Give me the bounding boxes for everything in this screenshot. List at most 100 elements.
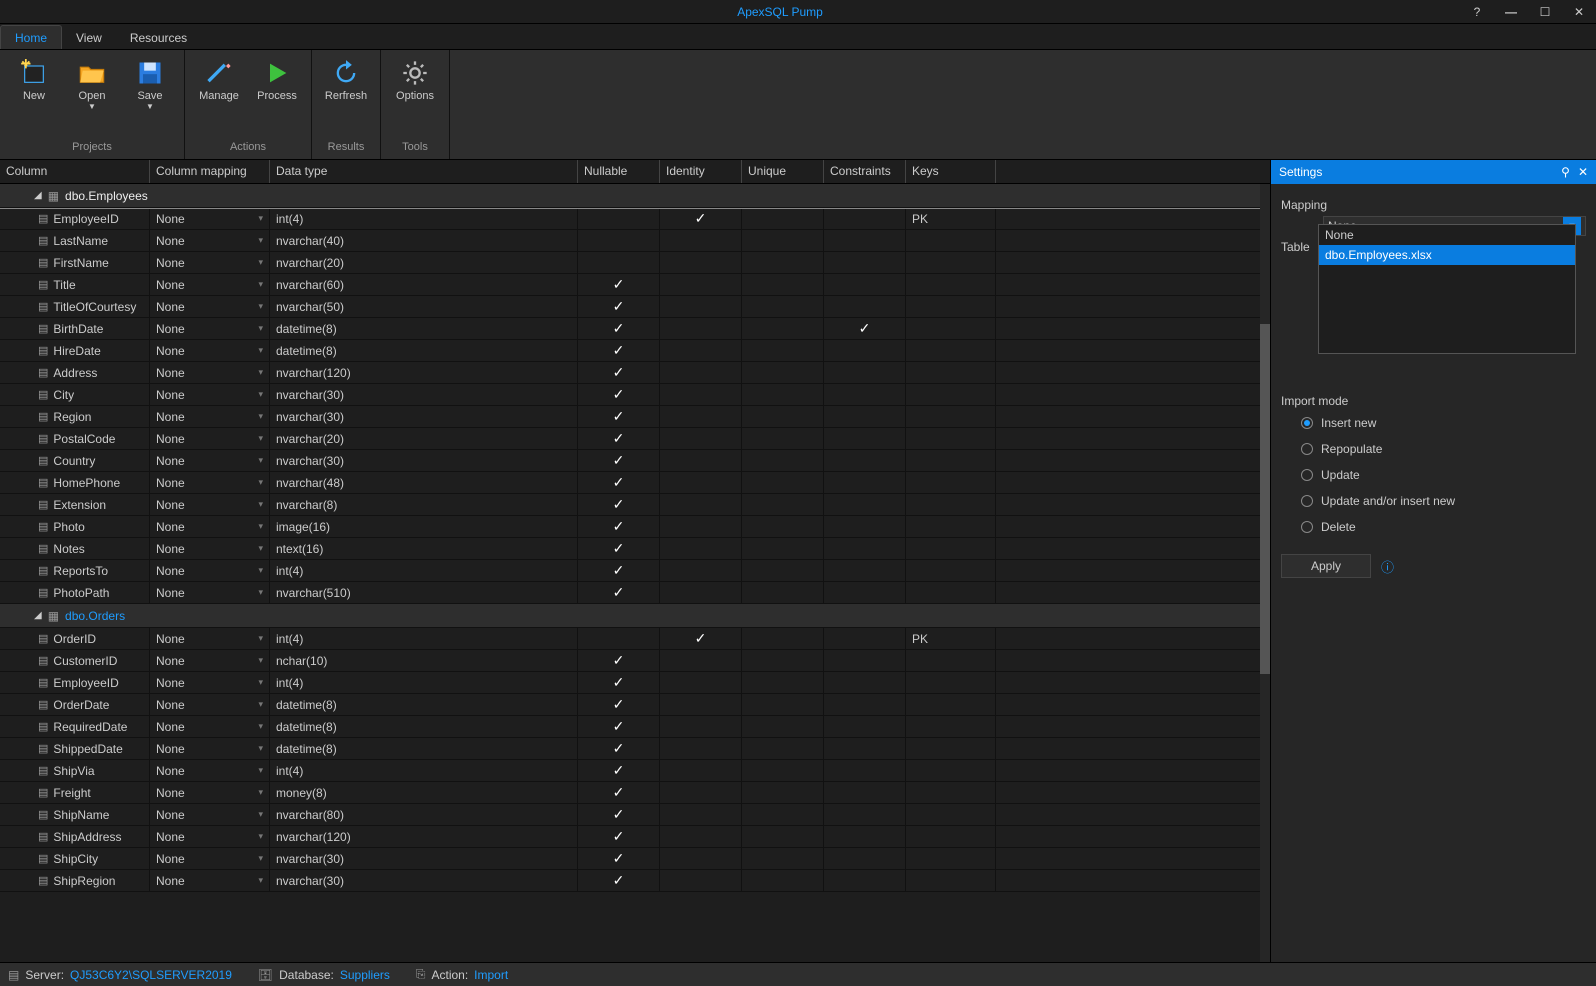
open-button[interactable]: Open▼ (64, 54, 120, 114)
chevron-down-icon[interactable]: ▾ (258, 765, 263, 776)
tab-resources[interactable]: Resources (116, 26, 201, 49)
column-header[interactable]: Column (0, 160, 150, 183)
table-row[interactable]: ▤CityNone▾nvarchar(30)✓ (0, 384, 1270, 406)
cell-column-mapping[interactable]: None▾ (150, 804, 270, 825)
table-row[interactable]: ▤EmployeeIDNone▾int(4)✓ (0, 672, 1270, 694)
table-row[interactable]: ▤HomePhoneNone▾nvarchar(48)✓ (0, 472, 1270, 494)
column-header[interactable]: Constraints (824, 160, 906, 183)
cell-column-mapping[interactable]: None▾ (150, 362, 270, 383)
chevron-down-icon[interactable]: ▾ (258, 301, 263, 312)
chevron-down-icon[interactable]: ▼ (88, 104, 96, 110)
pin-icon[interactable]: ⚲ (1561, 165, 1570, 179)
table-row[interactable]: ▤TitleOfCourtesyNone▾nvarchar(50)✓ (0, 296, 1270, 318)
cell-column-mapping[interactable]: None▾ (150, 694, 270, 715)
table-row[interactable]: ▤ShipRegionNone▾nvarchar(30)✓ (0, 870, 1270, 892)
cell-column-mapping[interactable]: None▾ (150, 296, 270, 317)
cell-column-mapping[interactable]: None▾ (150, 848, 270, 869)
table-row[interactable]: ▤FreightNone▾money(8)✓ (0, 782, 1270, 804)
cell-column-mapping[interactable]: None▾ (150, 582, 270, 603)
table-row[interactable]: ▤PhotoPathNone▾nvarchar(510)✓ (0, 582, 1270, 604)
chevron-down-icon[interactable]: ▾ (258, 875, 263, 886)
vertical-scrollbar[interactable] (1260, 184, 1270, 962)
chevron-down-icon[interactable]: ▾ (258, 831, 263, 842)
table-row[interactable]: ▤TitleNone▾nvarchar(60)✓ (0, 274, 1270, 296)
cell-column-mapping[interactable]: None▾ (150, 406, 270, 427)
chevron-down-icon[interactable]: ▾ (258, 279, 263, 290)
cell-column-mapping[interactable]: None▾ (150, 384, 270, 405)
table-row[interactable]: ▤AddressNone▾nvarchar(120)✓ (0, 362, 1270, 384)
chevron-down-icon[interactable]: ▾ (258, 743, 263, 754)
table-row[interactable]: ▤OrderIDNone▾int(4)✓PK (0, 628, 1270, 650)
table-row[interactable]: ▤OrderDateNone▾datetime(8)✓ (0, 694, 1270, 716)
table-row[interactable]: ▤PostalCodeNone▾nvarchar(20)✓ (0, 428, 1270, 450)
chevron-down-icon[interactable]: ▾ (258, 213, 263, 224)
import-mode-radio[interactable]: Delete (1281, 514, 1586, 540)
column-header[interactable]: Unique (742, 160, 824, 183)
table-row[interactable]: ▤ShipCityNone▾nvarchar(30)✓ (0, 848, 1270, 870)
radio-dot[interactable] (1301, 521, 1313, 533)
chevron-down-icon[interactable]: ▾ (258, 721, 263, 732)
import-mode-radio[interactable]: Update (1281, 462, 1586, 488)
cell-column-mapping[interactable]: None▾ (150, 560, 270, 581)
radio-dot[interactable] (1301, 417, 1313, 429)
column-header[interactable]: Identity (660, 160, 742, 183)
chevron-down-icon[interactable]: ▾ (258, 257, 263, 268)
table-row[interactable]: ▤FirstNameNone▾nvarchar(20) (0, 252, 1270, 274)
chevron-down-icon[interactable]: ▾ (258, 389, 263, 400)
chevron-down-icon[interactable]: ▾ (258, 543, 263, 554)
table-row[interactable]: ▤HireDateNone▾datetime(8)✓ (0, 340, 1270, 362)
manage-button[interactable]: Manage (191, 54, 247, 106)
column-header[interactable]: Nullable (578, 160, 660, 183)
import-mode-radio[interactable]: Update and/or insert new (1281, 488, 1586, 514)
chevron-down-icon[interactable]: ▾ (258, 565, 263, 576)
cell-column-mapping[interactable]: None▾ (150, 230, 270, 251)
cell-column-mapping[interactable]: None▾ (150, 318, 270, 339)
cell-column-mapping[interactable]: None▾ (150, 672, 270, 693)
radio-dot[interactable] (1301, 443, 1313, 455)
cell-column-mapping[interactable]: None▾ (150, 516, 270, 537)
import-mode-radio[interactable]: Repopulate (1281, 436, 1586, 462)
chevron-down-icon[interactable]: ▾ (258, 367, 263, 378)
radio-dot[interactable] (1301, 469, 1313, 481)
cell-column-mapping[interactable]: None▾ (150, 782, 270, 803)
import-mode-radio[interactable]: Insert new (1281, 410, 1586, 436)
table-row[interactable]: ▤RegionNone▾nvarchar(30)✓ (0, 406, 1270, 428)
grid-body[interactable]: ◢▦dbo.Employees▤EmployeeIDNone▾int(4)✓PK… (0, 184, 1270, 962)
process-button[interactable]: Process (249, 54, 305, 106)
refresh-button[interactable]: Rerfresh (318, 54, 374, 106)
cell-column-mapping[interactable]: None▾ (150, 538, 270, 559)
cell-column-mapping[interactable]: None▾ (150, 738, 270, 759)
chevron-down-icon[interactable]: ▾ (258, 809, 263, 820)
chevron-down-icon[interactable]: ▾ (258, 345, 263, 356)
cell-column-mapping[interactable]: None▾ (150, 450, 270, 471)
chevron-down-icon[interactable]: ▾ (258, 699, 263, 710)
save-button[interactable]: Save▼ (122, 54, 178, 114)
table-row[interactable]: ▤ShipNameNone▾nvarchar(80)✓ (0, 804, 1270, 826)
table-row[interactable]: ▤NotesNone▾ntext(16)✓ (0, 538, 1270, 560)
table-row[interactable]: ▤ShippedDateNone▾datetime(8)✓ (0, 738, 1270, 760)
tab-home[interactable]: Home (0, 25, 62, 49)
cell-column-mapping[interactable]: None▾ (150, 826, 270, 847)
chevron-down-icon[interactable]: ▾ (258, 853, 263, 864)
minimize-button[interactable]: — (1494, 5, 1528, 19)
table-row[interactable]: ▤CountryNone▾nvarchar(30)✓ (0, 450, 1270, 472)
chevron-down-icon[interactable]: ▾ (258, 499, 263, 510)
new-button[interactable]: New (6, 54, 62, 106)
tab-view[interactable]: View (62, 26, 116, 49)
chevron-down-icon[interactable]: ▾ (258, 633, 263, 644)
chevron-down-icon[interactable]: ▾ (258, 455, 263, 466)
chevron-down-icon[interactable]: ▾ (258, 235, 263, 246)
table-group-row[interactable]: ◢▦dbo.Employees (0, 184, 1270, 208)
cell-column-mapping[interactable]: None▾ (150, 208, 270, 229)
chevron-down-icon[interactable]: ▾ (258, 587, 263, 598)
chevron-down-icon[interactable]: ▾ (258, 433, 263, 444)
column-header[interactable]: Column mapping (150, 160, 270, 183)
collapse-icon[interactable]: ◢ (34, 190, 42, 201)
chevron-down-icon[interactable]: ▾ (258, 521, 263, 532)
mapping-option-file[interactable]: dbo.Employees.xlsx (1319, 245, 1575, 265)
chevron-down-icon[interactable]: ▾ (258, 787, 263, 798)
cell-column-mapping[interactable]: None▾ (150, 472, 270, 493)
cell-column-mapping[interactable]: None▾ (150, 870, 270, 891)
cell-column-mapping[interactable]: None▾ (150, 650, 270, 671)
table-row[interactable]: ▤EmployeeIDNone▾int(4)✓PK (0, 208, 1270, 230)
